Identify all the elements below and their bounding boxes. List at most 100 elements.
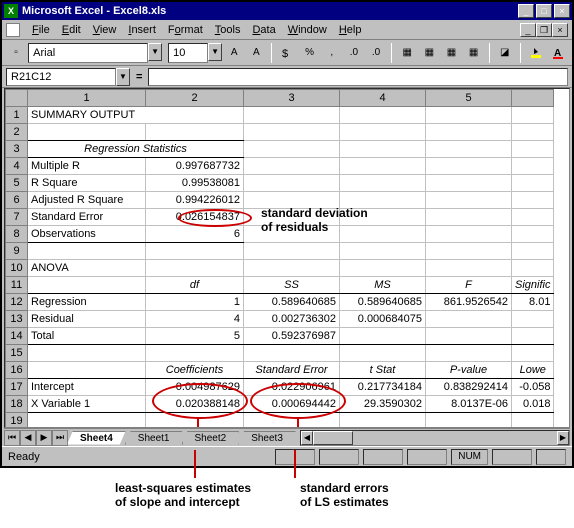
- cell[interactable]: Observations: [28, 226, 146, 243]
- menu-data[interactable]: Data: [246, 22, 281, 38]
- menu-edit[interactable]: Edit: [56, 22, 87, 38]
- tab-nav-next[interactable]: ▶: [36, 430, 52, 446]
- spreadsheet-grid[interactable]: 1 2 3 4 5 1SUMMARY OUTPUT 2 3Regression …: [4, 88, 570, 428]
- scroll-thumb[interactable]: [313, 431, 353, 445]
- cell[interactable]: [426, 107, 512, 124]
- cell[interactable]: Lowe: [512, 362, 554, 379]
- row-header[interactable]: 5: [6, 175, 28, 192]
- menu-window[interactable]: Window: [282, 22, 333, 38]
- cell[interactable]: Adjusted R Square: [28, 192, 146, 209]
- menu-format[interactable]: Format: [162, 22, 209, 38]
- font-size-select[interactable]: 10: [168, 43, 208, 63]
- row-header[interactable]: 7: [6, 209, 28, 226]
- currency-button[interactable]: $: [277, 42, 297, 64]
- border-button[interactable]: ▦: [464, 42, 484, 64]
- col-header[interactable]: 3: [244, 90, 340, 107]
- col-header[interactable]: 5: [426, 90, 512, 107]
- cell[interactable]: Standard Error: [244, 362, 340, 379]
- decrease-font-button[interactable]: A: [246, 42, 266, 64]
- cell[interactable]: 0.000684075: [340, 311, 426, 328]
- cell[interactable]: 0.592376987: [244, 328, 340, 345]
- menu-tools[interactable]: Tools: [209, 22, 247, 38]
- cell[interactable]: Regression: [28, 294, 146, 311]
- cell[interactable]: df: [146, 277, 244, 294]
- cell[interactable]: 0.002736302: [244, 311, 340, 328]
- doc-restore-button[interactable]: ❐: [536, 23, 552, 37]
- cell[interactable]: 0.589640685: [244, 294, 340, 311]
- horizontal-scrollbar[interactable]: ◀ ▶: [300, 430, 570, 446]
- cell[interactable]: Multiple R: [28, 158, 146, 175]
- font-color-button[interactable]: A: [548, 42, 568, 64]
- scroll-left-button[interactable]: ◀: [301, 431, 313, 445]
- close-button[interactable]: ×: [554, 4, 570, 18]
- col-header[interactable]: 2: [146, 90, 244, 107]
- cell[interactable]: 0.99538081: [146, 175, 244, 192]
- sheet-tab[interactable]: Sheet1: [125, 431, 183, 445]
- toolbar-button[interactable]: ▫: [6, 42, 26, 64]
- cell[interactable]: F: [426, 277, 512, 294]
- cell[interactable]: 861.9526542: [426, 294, 512, 311]
- row-header[interactable]: 17: [6, 379, 28, 396]
- cell[interactable]: 0.018: [512, 396, 554, 413]
- row-header[interactable]: 8: [6, 226, 28, 243]
- cell[interactable]: [512, 107, 554, 124]
- tab-nav-first[interactable]: ⏮: [4, 430, 20, 446]
- cell[interactable]: SUMMARY OUTPUT: [28, 107, 244, 124]
- minimize-button[interactable]: _: [518, 4, 534, 18]
- tab-nav-prev[interactable]: ◀: [20, 430, 36, 446]
- fill-color-button[interactable]: [526, 42, 546, 64]
- cell[interactable]: 4: [146, 311, 244, 328]
- border-button[interactable]: ▦: [397, 42, 417, 64]
- row-header[interactable]: 16: [6, 362, 28, 379]
- border-button[interactable]: ▦: [441, 42, 461, 64]
- tab-nav-last[interactable]: ⏭: [52, 430, 68, 446]
- chevron-down-icon[interactable]: ▼: [148, 43, 162, 61]
- cell[interactable]: 0.022906961: [244, 379, 340, 396]
- menu-insert[interactable]: Insert: [122, 22, 162, 38]
- doc-close-button[interactable]: ×: [552, 23, 568, 37]
- cell[interactable]: Signific: [512, 277, 554, 294]
- cell[interactable]: 0.838292414: [426, 379, 512, 396]
- cell[interactable]: 0.589640685: [340, 294, 426, 311]
- cell[interactable]: 0.026154837: [146, 209, 244, 226]
- cell[interactable]: Regression Statistics: [28, 141, 244, 158]
- row-header[interactable]: 4: [6, 158, 28, 175]
- fill-button[interactable]: ◪: [495, 42, 515, 64]
- cell[interactable]: 5: [146, 328, 244, 345]
- sheet-tab[interactable]: Sheet4: [67, 431, 126, 445]
- row-header[interactable]: 9: [6, 243, 28, 260]
- row-header[interactable]: 13: [6, 311, 28, 328]
- menu-view[interactable]: View: [87, 22, 123, 38]
- cell[interactable]: 1: [146, 294, 244, 311]
- cell[interactable]: [244, 107, 340, 124]
- cell[interactable]: 8.01: [512, 294, 554, 311]
- row-header[interactable]: 11: [6, 277, 28, 294]
- col-header[interactable]: [512, 90, 554, 107]
- menu-file[interactable]: File: [26, 22, 56, 38]
- cell[interactable]: 0.994226012: [146, 192, 244, 209]
- cell[interactable]: MS: [340, 277, 426, 294]
- sheet-tab[interactable]: Sheet2: [182, 431, 240, 445]
- maximize-button[interactable]: □: [536, 4, 552, 18]
- row-header[interactable]: 2: [6, 124, 28, 141]
- cell[interactable]: 0.004987629: [146, 379, 244, 396]
- cell[interactable]: R Square: [28, 175, 146, 192]
- cell[interactable]: Residual: [28, 311, 146, 328]
- cell[interactable]: ANOVA: [28, 260, 146, 277]
- cell[interactable]: SS: [244, 277, 340, 294]
- chevron-down-icon[interactable]: ▼: [116, 68, 130, 86]
- cell[interactable]: -0.058: [512, 379, 554, 396]
- formula-input[interactable]: [148, 68, 568, 86]
- increase-decimal-button[interactable]: .0: [344, 42, 364, 64]
- cell[interactable]: Total: [28, 328, 146, 345]
- increase-font-button[interactable]: A: [224, 42, 244, 64]
- row-header[interactable]: 15: [6, 345, 28, 362]
- menu-help[interactable]: Help: [333, 22, 368, 38]
- cell[interactable]: t Stat: [340, 362, 426, 379]
- sheet-tab[interactable]: Sheet3: [238, 431, 296, 445]
- chevron-down-icon[interactable]: ▼: [208, 43, 222, 61]
- cell[interactable]: P-value: [426, 362, 512, 379]
- row-header[interactable]: 6: [6, 192, 28, 209]
- row-header[interactable]: 10: [6, 260, 28, 277]
- name-box[interactable]: R21C12: [6, 68, 116, 86]
